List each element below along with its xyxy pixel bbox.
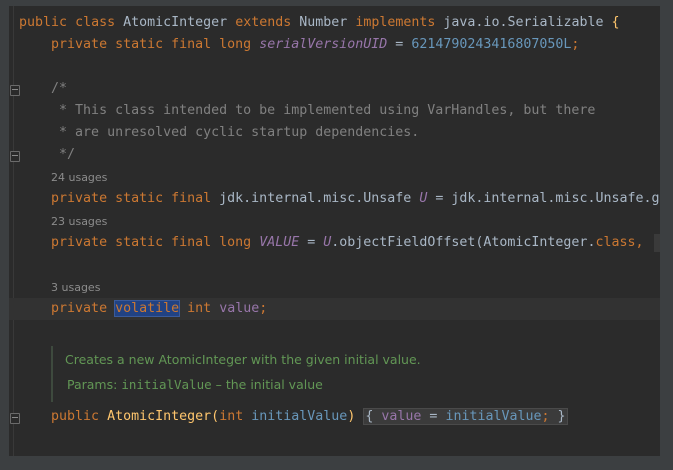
usages-hint[interactable]: 3 usages <box>51 280 100 296</box>
field-serial-version-uid: serialVersionUID <box>259 37 388 52</box>
close-paren: ) <box>347 409 356 424</box>
interface-name: java.io.Serializable <box>443 15 604 30</box>
javadoc-params: Params: initialValue – the initial value <box>67 377 323 392</box>
class-name: AtomicInteger <box>123 15 228 30</box>
folded-body: { value = initialValue; } <box>363 408 568 425</box>
keyword-class: class <box>595 235 636 250</box>
semicolon: ; <box>541 409 550 424</box>
assign-operator: = <box>427 191 452 206</box>
selected-keyword-volatile[interactable]: volatile <box>114 300 181 317</box>
keyword-private: private <box>51 301 108 316</box>
code-line-value-field[interactable]: private volatile int value; <box>9 298 660 320</box>
assign-operator: = <box>299 235 324 250</box>
code-editor[interactable]: public class AtomicInteger extends Numbe… <box>9 6 660 456</box>
rendered-javadoc[interactable]: Creates a new AtomicInteger with the giv… <box>51 346 613 402</box>
assign-operator: = <box>421 409 446 424</box>
params-label: Params: <box>67 377 118 392</box>
param-description: – the initial value <box>211 377 323 392</box>
field-value: value <box>219 301 260 316</box>
param-name: initialValue <box>121 377 212 392</box>
modifiers: private static final long <box>51 235 252 250</box>
superclass-name: Number <box>299 15 348 30</box>
assign-operator: = <box>387 37 412 52</box>
field-value-offset: VALUE <box>259 235 300 250</box>
open-brace: { <box>365 409 374 424</box>
comment-open: /* <box>51 81 68 96</box>
modifiers: private static final <box>51 191 212 206</box>
keyword-int: int <box>187 301 212 316</box>
comment-close: */ <box>51 147 76 162</box>
modifiers: private static final long <box>51 37 252 52</box>
code-line-class-declaration[interactable]: public class AtomicInteger extends Numbe… <box>9 12 660 34</box>
code-line-comment-2[interactable]: * are unresolved cyclic startup dependen… <box>9 122 660 144</box>
keyword-public: public <box>19 15 68 30</box>
parameter-ref: initialValue <box>445 409 542 424</box>
keyword-int: int <box>219 409 244 424</box>
open-brace: { <box>611 15 620 30</box>
field-value-ref: value <box>381 409 422 424</box>
method-call: .objectFieldOffset(AtomicInteger. <box>331 235 596 250</box>
serial-value: 6214790243416807050L <box>411 37 572 52</box>
usages-hint[interactable]: 24 usages <box>51 170 107 186</box>
code-line-serial-version[interactable]: private static final long serialVersionU… <box>9 34 660 56</box>
comma: , <box>635 235 644 250</box>
code-line-constructor[interactable]: public AtomicInteger(int initialValue) {… <box>9 406 660 428</box>
keyword-implements: implements <box>355 15 436 30</box>
code-line-unsafe[interactable]: private static final jdk.internal.misc.U… <box>9 188 660 210</box>
parameter-initial-value: initialValue <box>251 409 348 424</box>
code-line-value-offset[interactable]: private static final long VALUE = U.obje… <box>9 232 660 254</box>
comment-text-1: * This class intended to be implemented … <box>51 103 596 118</box>
type-name: jdk.internal.misc.Unsafe <box>219 191 412 206</box>
javadoc-summary: Creates a new AtomicInteger with the giv… <box>65 352 421 367</box>
keyword-public: public <box>51 409 100 424</box>
comment-text-2: * are unresolved cyclic startup dependen… <box>51 125 420 140</box>
open-paren: ( <box>211 409 220 424</box>
code-line-comment-open[interactable]: /* <box>9 78 660 100</box>
code-line-comment-1[interactable]: * This class intended to be implemented … <box>9 100 660 122</box>
unsafe-initializer: jdk.internal.misc.Unsafe.g <box>451 191 660 206</box>
close-brace: } <box>557 409 566 424</box>
semicolon: ; <box>571 37 580 52</box>
constructor-name: AtomicInteger <box>107 409 212 424</box>
semicolon: ; <box>259 301 268 316</box>
usages-hint[interactable]: 23 usages <box>51 214 107 230</box>
keyword-extends: extends <box>235 15 292 30</box>
inlay-hint-stub <box>654 234 660 252</box>
code-line-comment-close[interactable]: */ <box>9 144 660 166</box>
keyword-class: class <box>75 15 116 30</box>
